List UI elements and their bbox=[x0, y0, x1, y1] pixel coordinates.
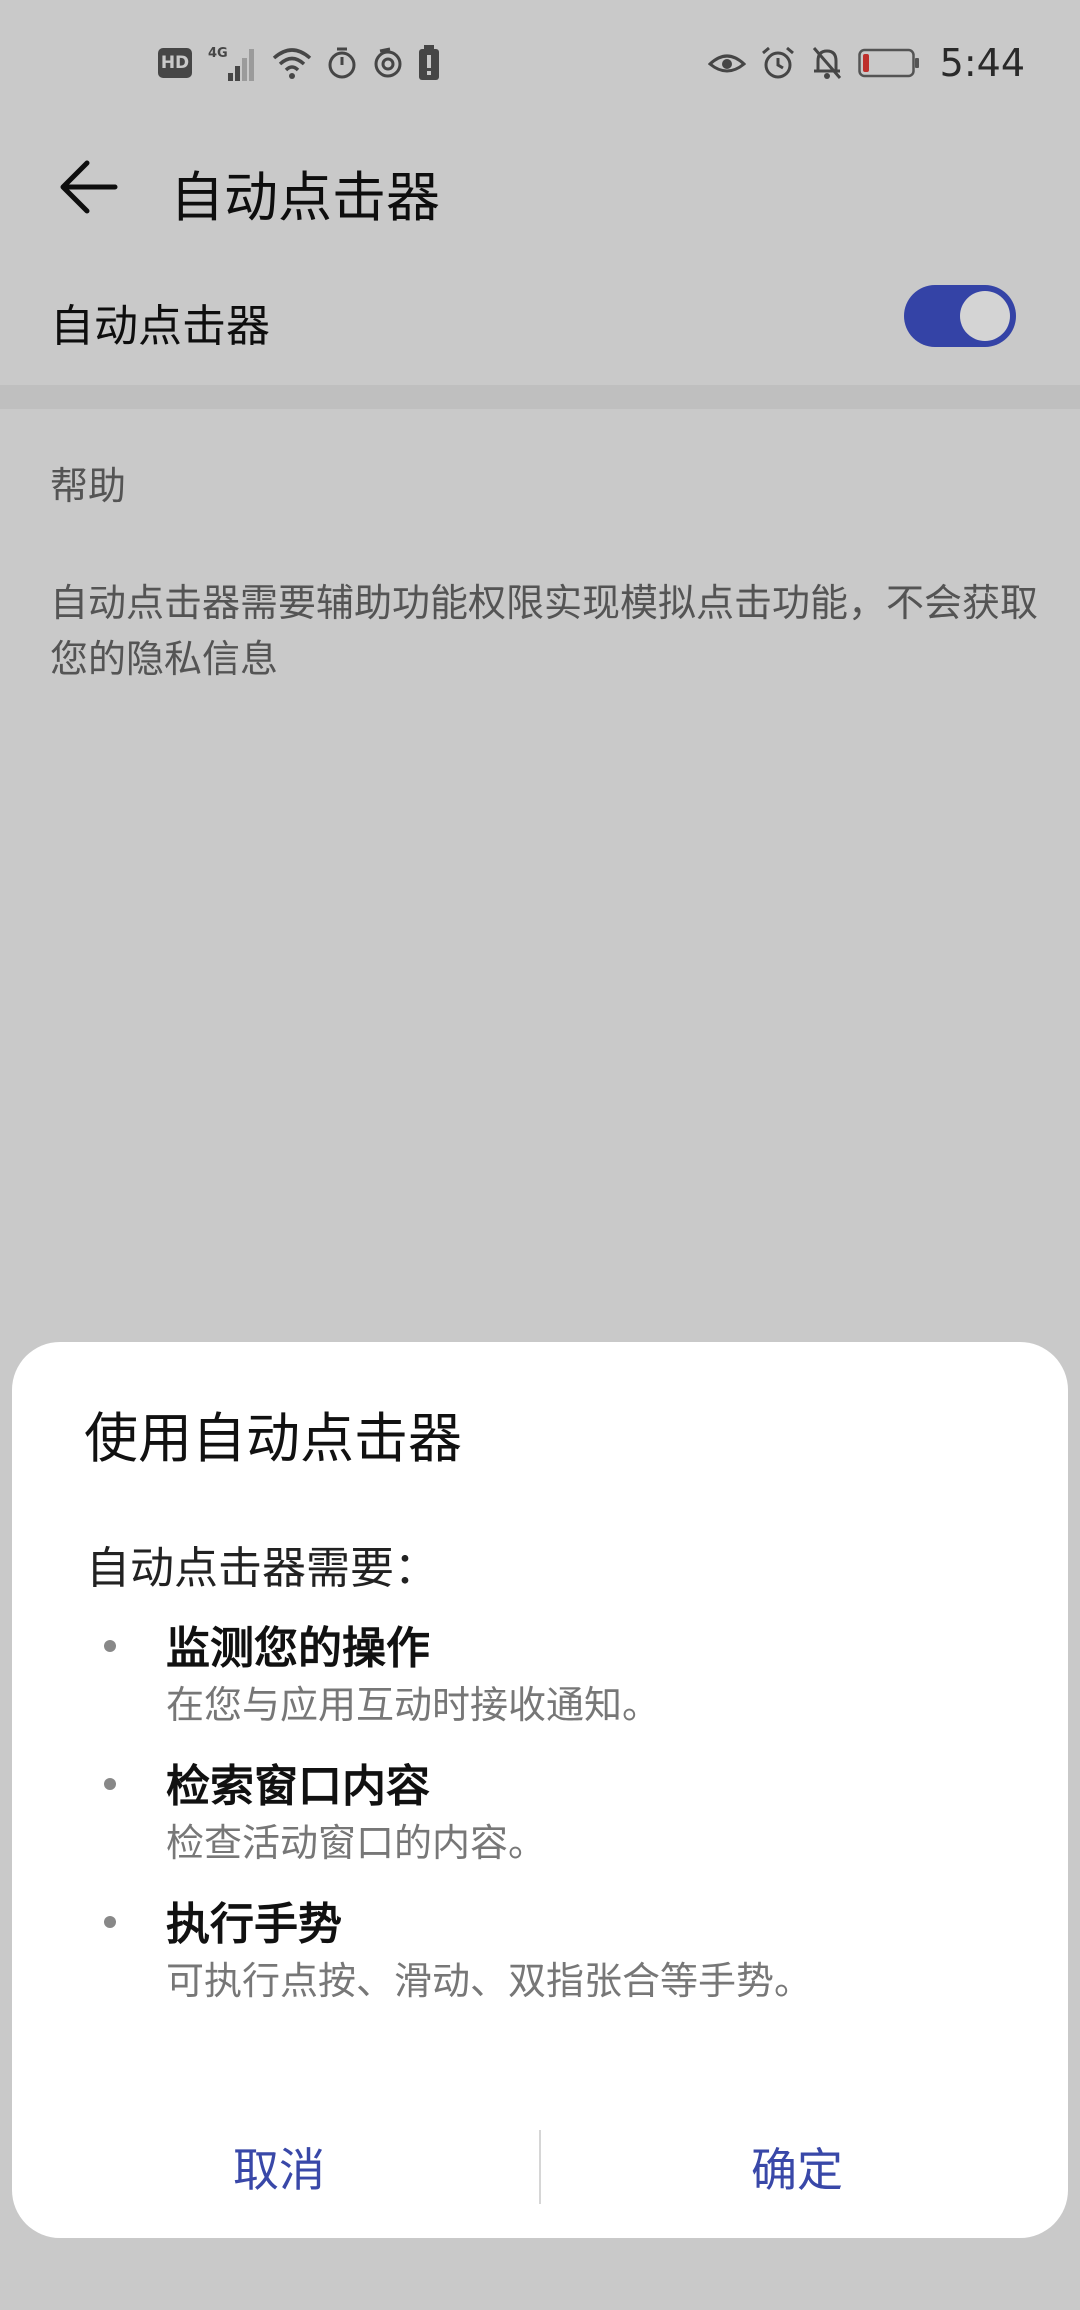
permission-title: 监测您的操作 bbox=[166, 1623, 430, 1674]
permission-item: 检索窗口内容 检查活动窗口的内容。 bbox=[12, 1750, 1068, 1888]
action-divider bbox=[539, 2130, 541, 2204]
permission-title: 执行手势 bbox=[166, 1899, 342, 1950]
permission-list: 监测您的操作 在您与应用互动时接收通知。 检索窗口内容 检查活动窗口的内容。 执… bbox=[12, 1612, 1068, 2026]
permission-desc: 可执行点按、滑动、双指张合等手势。 bbox=[166, 1959, 813, 2003]
dialog-title: 使用自动点击器 bbox=[84, 1407, 462, 1470]
screen: HD 4G 5:44 自动点击器 自动点击器 帮助 自动点击器需要辅助功能权限实… bbox=[0, 0, 1080, 2310]
bullet-icon bbox=[104, 1640, 116, 1652]
permission-desc: 检查活动窗口的内容。 bbox=[166, 1821, 547, 1865]
bullet-icon bbox=[104, 1916, 116, 1928]
permission-title: 检索窗口内容 bbox=[166, 1761, 430, 1812]
dialog-actions: 取消 确定 bbox=[12, 2112, 1068, 2222]
bullet-icon bbox=[104, 1778, 116, 1790]
permission-item: 监测您的操作 在您与应用互动时接收通知。 bbox=[12, 1612, 1068, 1750]
permission-dialog: 使用自动点击器 自动点击器需要： 监测您的操作 在您与应用互动时接收通知。 检索… bbox=[12, 1342, 1068, 2238]
cancel-button[interactable]: 取消 bbox=[24, 2112, 534, 2222]
permission-desc: 在您与应用互动时接收通知。 bbox=[166, 1683, 661, 1727]
confirm-button[interactable]: 确定 bbox=[542, 2112, 1052, 2222]
dialog-intro: 自动点击器需要： bbox=[86, 1543, 438, 1594]
permission-item: 执行手势 可执行点按、滑动、双指张合等手势。 bbox=[12, 1888, 1068, 2026]
